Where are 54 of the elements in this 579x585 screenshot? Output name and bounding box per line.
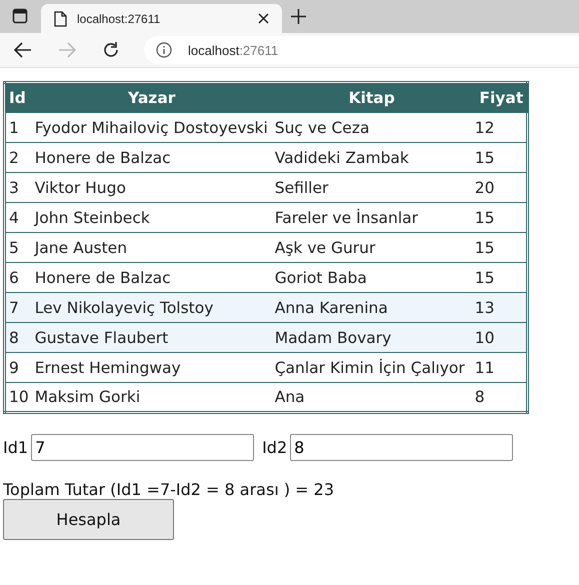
url-host: localhost [188, 42, 240, 58]
table-cell: Honere de Balzac [32, 142, 272, 172]
page-icon [54, 10, 67, 26]
table-cell: 9 [4, 352, 32, 382]
table-cell: 4 [4, 202, 32, 232]
table-cell: 2 [4, 142, 32, 172]
table-cell: 10 [4, 382, 32, 412]
sidebar-icon[interactable] [12, 8, 28, 24]
table-cell: 15 [472, 232, 528, 262]
table-cell: 20 [472, 172, 528, 202]
table-cell: 8 [4, 322, 32, 352]
table-cell: 1 [4, 112, 32, 142]
table-cell: Ana [272, 382, 472, 412]
table-cell: Çanlar Kimin İçin Çalıyor [272, 352, 472, 382]
table-cell: Gustave Flaubert [32, 322, 272, 352]
back-icon[interactable] [14, 42, 32, 58]
field-label: Id2 [262, 438, 288, 457]
table-cell: Suç ve Ceza [272, 112, 472, 142]
table-cell: Ernest Hemingway [32, 352, 272, 382]
table-cell: 12 [472, 112, 528, 142]
table-cell: Fyodor Mihailoviç Dostoyevski [32, 112, 272, 142]
table-cell: John Steinbeck [32, 202, 272, 232]
column-header: Id [4, 82, 32, 112]
input-field[interactable]: 7 [31, 434, 254, 461]
new-tab-icon[interactable] [291, 9, 306, 24]
table-cell: Viktor Hugo [32, 172, 272, 202]
table-cell: 10 [472, 322, 528, 352]
table-cell: Jane Austen [32, 232, 272, 262]
column-header: Kitap [272, 82, 472, 112]
close-icon[interactable] [258, 13, 269, 24]
table-cell: 3 [4, 172, 32, 202]
table-cell: Fareler ve İnsanlar [272, 202, 472, 232]
table-cell: 15 [472, 142, 528, 172]
url-port: :27611 [239, 42, 278, 58]
table-cell: Vadideki Zambak [272, 142, 472, 172]
tab-title: localhost:27611 [77, 12, 162, 26]
table-cell: Sefiller [272, 172, 472, 202]
input-field[interactable]: 8 [290, 434, 514, 461]
table-cell: 8 [472, 382, 528, 412]
field-label: Id1 [3, 438, 28, 457]
total-text: Toplam Tutar (Id1 =7-Id2 = 8 arası ) = 23 [3, 480, 336, 499]
table-cell: 15 [472, 202, 528, 232]
browser-tab[interactable]: localhost:27611 [41, 4, 282, 33]
reload-icon[interactable] [102, 41, 120, 59]
column-header: Yazar [32, 82, 272, 112]
table-cell: Madam Bovary [272, 322, 472, 352]
table-cell: Aşk ve Gurur [272, 232, 472, 262]
table-cell: Maksim Gorki [32, 382, 272, 412]
table-cell: 5 [4, 232, 32, 262]
address-bar[interactable]: localhost:27611 [144, 36, 579, 64]
column-header: Fiyat [472, 82, 528, 112]
table-cell: 11 [472, 352, 528, 382]
info-icon [156, 42, 172, 58]
calculate-button[interactable]: Hesapla [3, 499, 174, 540]
